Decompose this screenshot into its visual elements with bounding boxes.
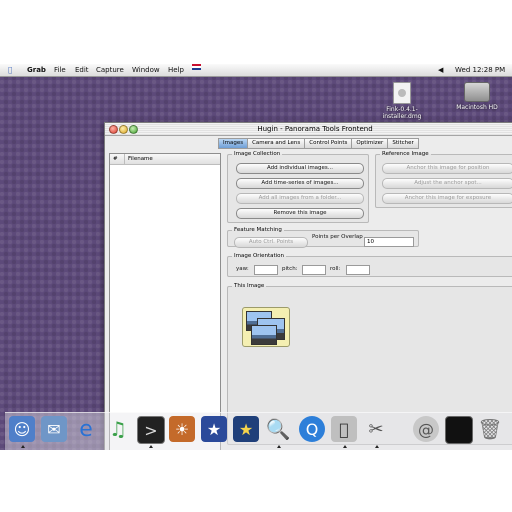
points-per-overlap-input[interactable]: 10 bbox=[364, 237, 414, 247]
desktop-icon-dmg[interactable]: Fink-0.4.1-installer.dmg bbox=[380, 82, 424, 120]
image-orientation-group: Image Orientation yaw: pitch: roll: bbox=[227, 253, 512, 277]
menu-capture[interactable]: Capture bbox=[96, 64, 124, 76]
minimize-button-icon[interactable] bbox=[119, 125, 128, 134]
menu-edit[interactable]: Edit bbox=[75, 64, 89, 76]
dock: ☺ ✉ e ♫ > ☀ ★ ★ 🔍 Q  ✂ @ 🗑 bbox=[5, 412, 512, 450]
internet-explorer-icon[interactable]: e bbox=[73, 416, 99, 442]
close-button-icon[interactable] bbox=[109, 125, 118, 134]
console-icon[interactable] bbox=[445, 416, 473, 444]
menu-file[interactable]: File bbox=[54, 64, 66, 76]
column-number[interactable]: # bbox=[110, 154, 125, 164]
quicktime-icon[interactable]: Q bbox=[299, 416, 325, 442]
system-preferences-icon[interactable]:  bbox=[331, 416, 357, 442]
reference-image-group: Reference Image Anchor this image for po… bbox=[375, 151, 512, 208]
auto-ctrl-points-button[interactable]: Auto Ctrl. Points bbox=[234, 237, 308, 248]
desktop-icon-macintosh-hd[interactable]: Macintosh HD bbox=[452, 82, 502, 111]
mail-icon[interactable]: ✉ bbox=[41, 416, 67, 442]
apple-menu-icon[interactable]:  bbox=[8, 64, 12, 76]
running-indicator-icon bbox=[375, 445, 379, 448]
roll-input[interactable] bbox=[346, 265, 370, 275]
reference-image-legend: Reference Image bbox=[382, 151, 429, 157]
image-list[interactable]: # Filename bbox=[109, 153, 221, 450]
tab-camera-and-lens[interactable]: Camera and Lens bbox=[247, 138, 305, 149]
feature-matching-group: Feature Matching Auto Ctrl. Points Point… bbox=[227, 227, 419, 248]
image-orientation-legend: Image Orientation bbox=[234, 253, 285, 259]
image-preview-icon bbox=[242, 307, 290, 347]
column-filename[interactable]: Filename bbox=[125, 154, 153, 164]
disk-image-icon bbox=[393, 82, 411, 104]
pitch-label: pitch: bbox=[282, 266, 298, 272]
adjust-anchor-button[interactable]: Adjust the anchor spot... bbox=[382, 178, 512, 189]
add-time-series-button[interactable]: Add time-series of images... bbox=[236, 178, 364, 189]
points-per-overlap-label: Points per Overlap bbox=[312, 234, 363, 240]
add-folder-button[interactable]: Add all images from a folder... bbox=[236, 193, 364, 204]
trash-icon[interactable]: 🗑 bbox=[477, 416, 503, 442]
running-indicator-icon bbox=[21, 445, 25, 448]
zoom-button-icon[interactable] bbox=[129, 125, 138, 134]
imovie-icon[interactable]: ★ bbox=[201, 416, 227, 442]
menu-help[interactable]: Help bbox=[168, 64, 184, 76]
roll-label: roll: bbox=[330, 266, 341, 272]
menu-app-name[interactable]: Grab bbox=[27, 64, 46, 76]
finder-icon[interactable]: ☺ bbox=[9, 416, 35, 442]
tab-stitcher[interactable]: Stitcher bbox=[387, 138, 419, 149]
menu-bar:  Grab File Edit Capture Window Help ◀ W… bbox=[0, 64, 512, 77]
image-collection-legend: Image Collection bbox=[234, 151, 281, 157]
yaw-label: yaw: bbox=[236, 266, 249, 272]
image-list-header: # Filename bbox=[110, 154, 220, 165]
hugin-window: Hugin - Panorama Tools Frontend Images C… bbox=[104, 122, 512, 450]
window-title: Hugin - Panorama Tools Frontend bbox=[257, 125, 373, 133]
idvd-icon[interactable]: ★ bbox=[233, 416, 259, 442]
safari-icon[interactable]: @ bbox=[413, 416, 439, 442]
window-titlebar[interactable]: Hugin - Panorama Tools Frontend bbox=[105, 123, 512, 136]
this-image-legend: This Image bbox=[234, 283, 265, 289]
tab-optimizer[interactable]: Optimizer bbox=[351, 138, 388, 149]
running-indicator-icon bbox=[343, 445, 347, 448]
desktop-icon-label: Macintosh HD bbox=[456, 104, 498, 111]
running-indicator-icon bbox=[149, 445, 153, 448]
pitch-input[interactable] bbox=[302, 265, 326, 275]
tab-control-points[interactable]: Control Points bbox=[304, 138, 352, 149]
itunes-icon[interactable]: ♫ bbox=[105, 416, 131, 442]
anchor-exposure-button[interactable]: Anchor this image for exposure bbox=[382, 193, 512, 204]
desktop-icon-label: Fink-0.4.1-installer.dmg bbox=[382, 106, 422, 120]
running-indicator-icon bbox=[277, 445, 281, 448]
tab-images[interactable]: Images bbox=[218, 138, 248, 149]
menu-clock[interactable]: Wed 12:28 PM bbox=[455, 64, 505, 76]
image-collection-group: Image Collection Add individual images..… bbox=[227, 151, 369, 223]
iphoto-icon[interactable]: ☀ bbox=[169, 416, 195, 442]
preview-icon[interactable]: 🔍 bbox=[265, 416, 291, 442]
yaw-input[interactable] bbox=[254, 265, 278, 275]
menu-window[interactable]: Window bbox=[132, 64, 160, 76]
add-individual-images-button[interactable]: Add individual images... bbox=[236, 163, 364, 174]
feature-matching-legend: Feature Matching bbox=[234, 227, 282, 233]
remove-image-button[interactable]: Remove this image bbox=[236, 208, 364, 219]
volume-icon[interactable]: ◀ bbox=[438, 64, 443, 76]
tab-bar: Images Camera and Lens Control Points Op… bbox=[218, 138, 419, 149]
terminal-icon[interactable]: > bbox=[137, 416, 165, 444]
hard-drive-icon bbox=[464, 82, 490, 102]
desktop:  Grab File Edit Capture Window Help ◀ W… bbox=[0, 64, 512, 450]
hugin-icon[interactable]: ✂ bbox=[363, 416, 389, 442]
images-tab-content: Image Collection Add individual images..… bbox=[225, 151, 512, 450]
anchor-position-button[interactable]: Anchor this image for position bbox=[382, 163, 512, 174]
